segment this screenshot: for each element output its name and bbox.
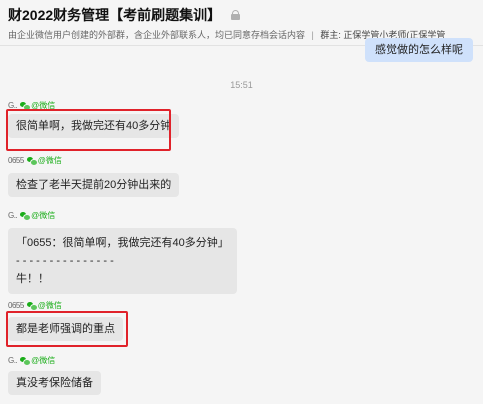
sender-source: @微信 <box>31 355 56 365</box>
message-sender: G.. @微信 <box>8 355 101 366</box>
chat-message: G.. @微信 真没考保险储备 <box>8 355 101 395</box>
chat-message: G.. @微信 「0655：很简单啊，我做完还有40多分钟」 - - - - -… <box>8 210 237 294</box>
wechat-icon <box>26 301 38 311</box>
wechat-icon <box>20 101 32 111</box>
highlight-box <box>6 109 171 151</box>
archive-notice: 由企业微信用户创建的外部群，含企业外部联系人，均已同意存档会话内容 <box>8 30 306 40</box>
own-message-bubble[interactable]: 感觉做的怎么样呢 <box>365 38 473 62</box>
message-bubble[interactable]: 检查了老半天提前20分钟出来的 <box>8 173 180 197</box>
lock-icon <box>231 10 241 20</box>
message-sender: 0655 @微信 <box>8 300 123 311</box>
sender-source: @微信 <box>37 155 62 165</box>
wechat-icon <box>20 356 32 366</box>
message-sender: G.. @微信 <box>8 210 237 221</box>
sender-source: @微信 <box>31 210 56 220</box>
sender-source: @微信 <box>37 300 62 310</box>
message-bubble[interactable]: 真没考保险储备 <box>8 371 101 395</box>
quote-message-bubble[interactable]: 「0655：很简单啊，我做完还有40多分钟」 - - - - - - - - -… <box>8 228 237 294</box>
sender-name[interactable]: 0655 <box>8 156 24 165</box>
sender-name[interactable]: 0655 <box>8 301 24 310</box>
quoted-text: 「0655：很简单啊，我做完还有40多分钟」 <box>16 237 229 249</box>
separator: | <box>311 30 314 40</box>
quote-divider: - - - - - - - - - - - - - - - <box>16 255 114 267</box>
title-row: 财2022财务管理【考前刷题集训】 <box>8 5 241 25</box>
reply-text: 牛！！ <box>16 273 49 285</box>
message-timestamp: 15:51 <box>230 80 253 90</box>
group-title[interactable]: 财2022财务管理【考前刷题集训】 <box>8 5 221 25</box>
chat-message: 0655 @微信 检查了老半天提前20分钟出来的 <box>8 155 180 197</box>
message-sender: 0655 @微信 <box>8 155 179 166</box>
sender-name[interactable]: G.. <box>8 356 18 365</box>
sender-name[interactable]: G.. <box>8 211 18 220</box>
highlight-box <box>6 311 128 347</box>
wechat-icon <box>26 156 38 166</box>
wechat-icon <box>20 211 32 221</box>
